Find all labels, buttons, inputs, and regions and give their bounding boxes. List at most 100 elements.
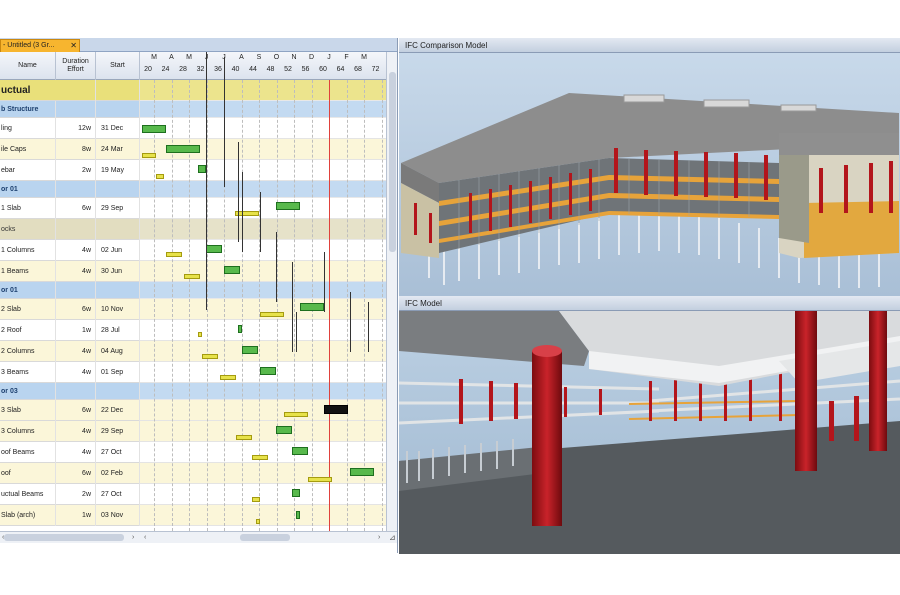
chart-row-band	[140, 160, 386, 181]
section-row[interactable]: or 03	[0, 383, 140, 400]
task-bar[interactable]	[292, 447, 308, 455]
baseline-bar[interactable]	[156, 174, 164, 179]
baseline-bar[interactable]	[256, 519, 260, 524]
baseline-bar[interactable]	[236, 435, 252, 440]
task-row[interactable]: Slab (arch) 1w 03 Nov	[0, 505, 140, 526]
horizontal-scroll-thumb[interactable]	[4, 534, 124, 541]
baseline-bar[interactable]	[184, 274, 200, 279]
task-row[interactable]: ile Caps 8w 24 Mar	[0, 139, 140, 160]
task-row[interactable]: oof Beams 4w 27 Oct	[0, 442, 140, 463]
month-label: A	[239, 54, 244, 61]
task-duration-cell: 2w	[56, 484, 96, 505]
column-header-name[interactable]: Name	[0, 52, 56, 80]
task-row[interactable]: ling 12w 31 Dec	[0, 118, 140, 139]
dependency-link	[242, 172, 243, 252]
baseline-bar[interactable]	[142, 153, 156, 158]
task-duration-cell: 1w	[56, 505, 96, 526]
section-row[interactable]: b Structure	[0, 101, 140, 118]
task-bar[interactable]	[206, 245, 222, 253]
task-bar[interactable]	[292, 489, 300, 497]
task-bar[interactable]	[276, 202, 300, 210]
task-row[interactable]: 1 Columns 4w 02 Jun	[0, 240, 140, 261]
task-duration-cell: 4w	[56, 261, 96, 282]
dependency-link	[324, 252, 325, 312]
dependency-link	[368, 302, 369, 352]
baseline-bar[interactable]	[308, 477, 332, 482]
document-tab-label: - Untitled (3 Gr...	[3, 42, 55, 49]
task-bar[interactable]	[198, 165, 206, 173]
scroll-right-arrow-icon[interactable]: ›	[132, 532, 134, 543]
comparison-3d-viewport[interactable]	[399, 53, 900, 296]
week-label: 36	[214, 66, 222, 73]
task-name-cell: uctual Beams	[0, 484, 56, 505]
week-label: 64	[336, 66, 345, 73]
month-label: F	[344, 54, 349, 61]
task-row[interactable]: 1 Slab 6w 29 Sep	[0, 198, 140, 219]
task-bar[interactable]	[296, 511, 300, 519]
task-bar[interactable]	[142, 125, 166, 133]
task-row[interactable]: 3 Columns 4w 29 Sep	[0, 421, 140, 442]
sub-row[interactable]: ocks	[0, 219, 140, 240]
task-row[interactable]: oof 6w 02 Feb	[0, 463, 140, 484]
task-row[interactable]: 3 Slab 6w 22 Dec	[0, 400, 140, 421]
ifc-model-panel: IFC Model	[399, 296, 900, 554]
scroll-right-arrow-icon[interactable]: ›	[378, 532, 380, 543]
task-row[interactable]: 3 Beams 4w 01 Sep	[0, 362, 140, 383]
vertical-scrollbar[interactable]	[386, 52, 397, 531]
task-bar[interactable]	[242, 346, 258, 354]
task-bar[interactable]	[276, 426, 292, 434]
task-row[interactable]: 2 Slab 6w 10 Nov	[0, 299, 140, 320]
task-duration-cell: 4w	[56, 240, 96, 261]
task-duration-cell	[56, 101, 96, 118]
dependency-link	[238, 142, 239, 242]
task-row[interactable]: ebar 2w 19 May	[0, 160, 140, 181]
section-row[interactable]: or 01	[0, 181, 140, 198]
task-duration-cell: 6w	[56, 299, 96, 320]
chart-row-band	[140, 383, 386, 400]
task-bar[interactable]	[300, 303, 324, 311]
task-duration-cell: 12w	[56, 118, 96, 139]
horizontal-scrollbar[interactable]: ‹ › ‹ › ⊿	[0, 531, 397, 543]
task-start-cell: 27 Oct	[96, 484, 140, 505]
task-bar[interactable]	[260, 367, 276, 375]
task-bar[interactable]	[224, 266, 240, 274]
baseline-bar[interactable]	[198, 332, 202, 337]
task-bar[interactable]	[350, 468, 374, 476]
document-tab[interactable]: - Untitled (3 Gr... ✕	[0, 39, 80, 52]
baseline-bar[interactable]	[252, 497, 260, 502]
baseline-bar[interactable]	[284, 412, 308, 417]
week-label: 52	[284, 66, 292, 73]
month-label: M	[186, 54, 192, 61]
gantt-window: - Untitled (3 Gr... ✕ Name Duration Effo…	[0, 38, 398, 553]
section-row[interactable]: or 01	[0, 282, 140, 299]
model-3d-viewport[interactable]	[399, 311, 900, 554]
baseline-bar[interactable]	[220, 375, 236, 380]
column-header-start[interactable]: Start	[96, 52, 140, 80]
task-bar[interactable]	[238, 325, 242, 333]
week-label: 32	[196, 66, 205, 73]
task-row[interactable]: uctual Beams 2w 27 Oct	[0, 484, 140, 505]
task-name-cell: oof	[0, 463, 56, 484]
baseline-bar[interactable]	[166, 252, 182, 257]
vertical-scroll-thumb[interactable]	[389, 72, 396, 252]
task-row[interactable]: 2 Roof 1w 28 Jul	[0, 320, 140, 341]
scroll-left-arrow-icon[interactable]: ‹	[144, 532, 146, 543]
task-start-cell: 02 Jun	[96, 240, 140, 261]
task-bar[interactable]	[324, 405, 348, 414]
dependency-link	[350, 292, 351, 352]
task-grid: Name Duration Effort Start uctual b Struc…	[0, 52, 140, 531]
baseline-bar[interactable]	[252, 455, 268, 460]
baseline-bar[interactable]	[202, 354, 218, 359]
title-row[interactable]: uctual	[0, 80, 140, 101]
month-label: O	[273, 54, 280, 61]
task-bar[interactable]	[166, 145, 200, 153]
chart-scroll-thumb[interactable]	[240, 534, 290, 541]
task-row[interactable]: 2 Columns 4w 04 Aug	[0, 341, 140, 362]
task-start-cell: 24 Mar	[96, 139, 140, 160]
close-icon[interactable]: ✕	[70, 40, 77, 52]
task-row[interactable]: 1 Beams 4w 30 Jun	[0, 261, 140, 282]
baseline-bar[interactable]	[260, 312, 284, 317]
column-header-duration[interactable]: Duration Effort	[56, 52, 96, 80]
resize-grip-icon[interactable]: ⊿	[389, 532, 396, 543]
dependency-link	[224, 57, 225, 187]
